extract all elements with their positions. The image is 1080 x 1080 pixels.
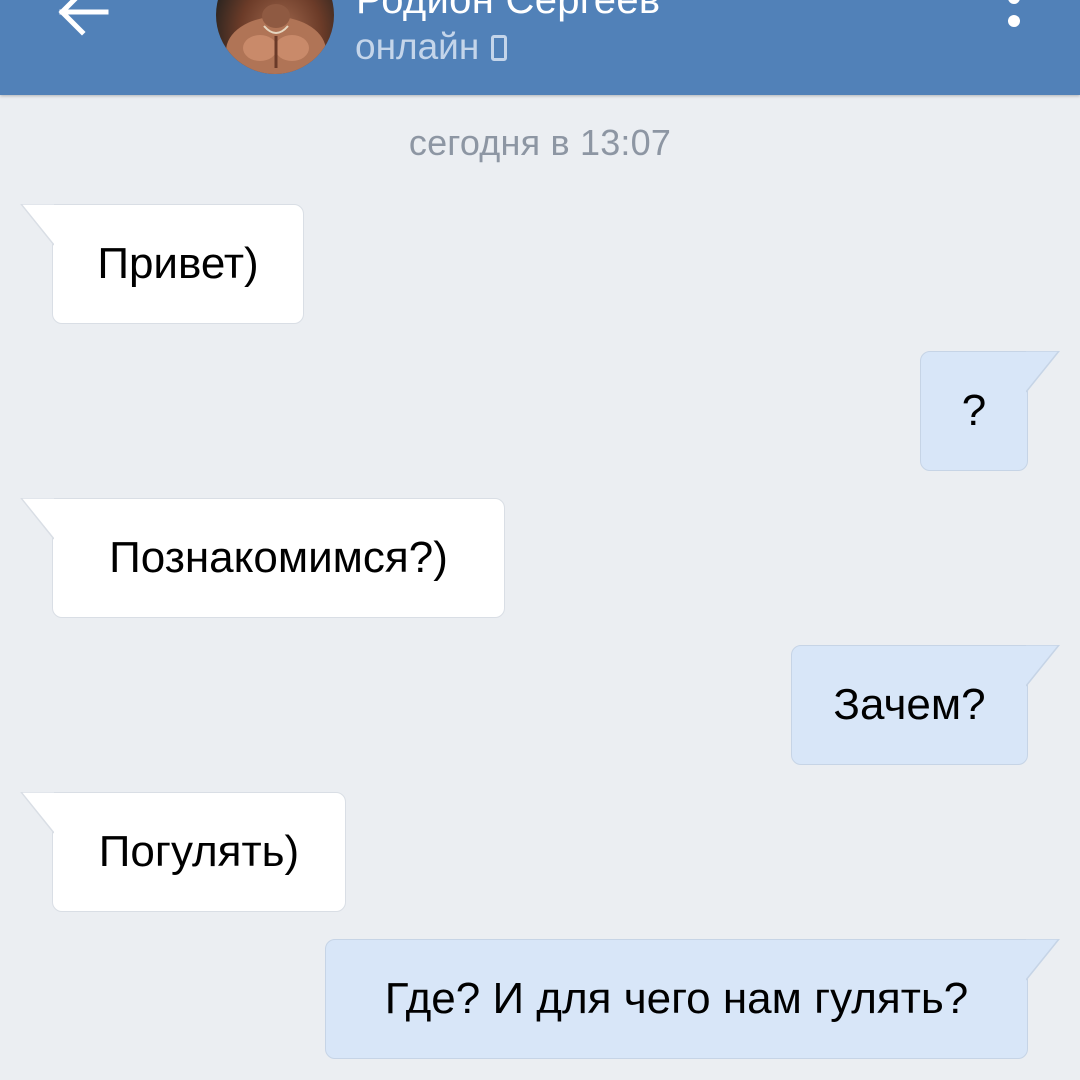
bubble-tail	[1026, 351, 1060, 393]
message-text: Зачем?	[833, 680, 986, 729]
contact-status: онлайн	[355, 24, 508, 70]
message-text: Погулять)	[98, 827, 300, 876]
bubble-tail	[20, 204, 54, 246]
message-text: Познакомимся?)	[109, 533, 448, 582]
date-separator: сегодня в 13:07	[408, 122, 672, 163]
message-bubble-outgoing[interactable]: ?	[920, 351, 1060, 471]
arrow-left-icon	[58, 0, 109, 36]
back-button[interactable]	[44, 0, 124, 50]
bubble-tail	[20, 792, 54, 834]
message-bubble-incoming[interactable]: Погулять)	[20, 792, 346, 912]
message-text: Привет)	[97, 239, 259, 288]
bubble-tail	[20, 498, 54, 540]
more-options-button[interactable]	[990, 0, 1040, 50]
chat-header: Родион Сергеев онлайн	[0, 0, 1080, 95]
status-text: онлайн	[355, 26, 480, 67]
mobile-phone-icon	[491, 35, 508, 61]
bubble-tail	[1026, 645, 1060, 687]
contact-name[interactable]: Родион Сергеев	[356, 0, 660, 23]
contact-avatar[interactable]	[216, 0, 334, 74]
bubble-tail	[1026, 939, 1060, 981]
message-bubble-outgoing[interactable]: Зачем?	[791, 645, 1060, 765]
message-text: Где? И для чего нам гулять?	[384, 974, 969, 1023]
message-bubble-outgoing[interactable]: Где? И для чего нам гулять?	[325, 939, 1060, 1059]
message-bubble-incoming[interactable]: Привет)	[20, 204, 304, 324]
message-bubble-incoming[interactable]: Познакомимся?)	[20, 498, 505, 618]
message-text: ?	[961, 386, 987, 435]
